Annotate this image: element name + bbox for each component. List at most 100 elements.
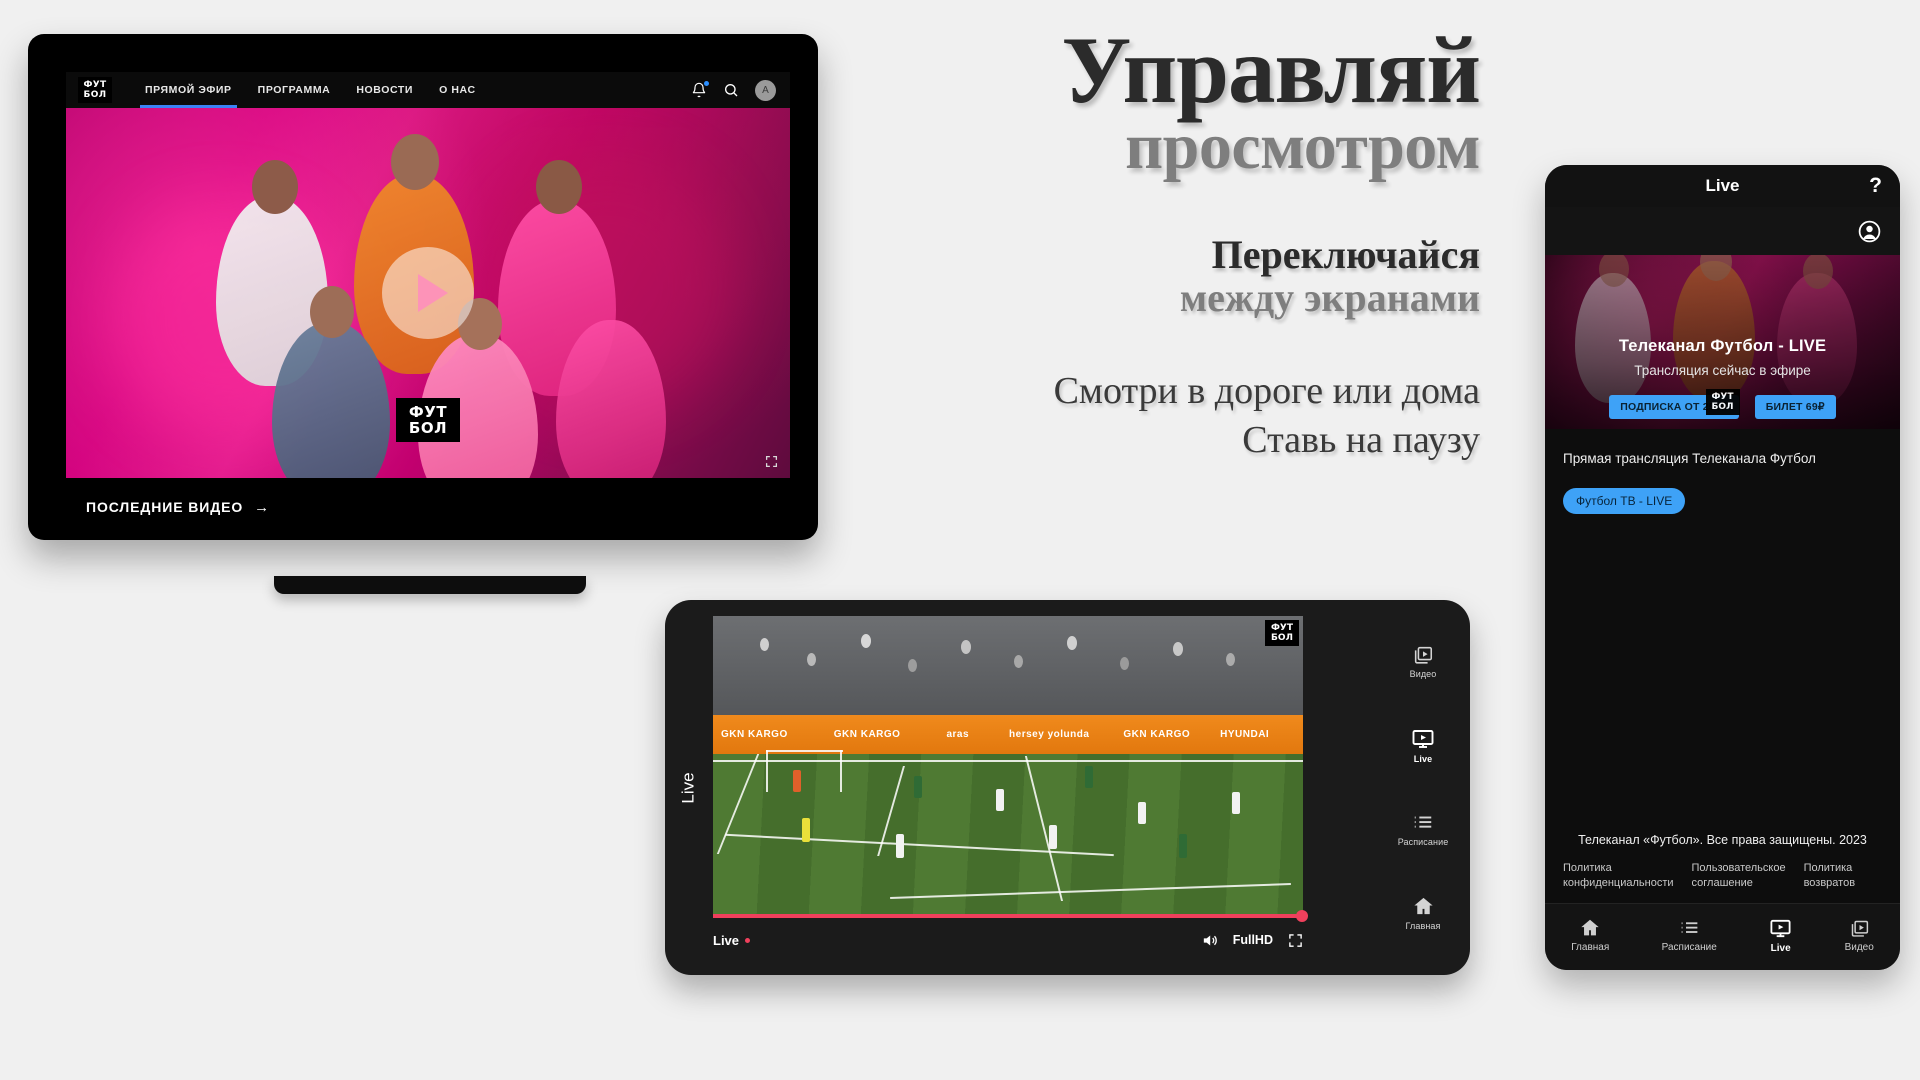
video-stack-icon xyxy=(1412,644,1434,666)
board-text: GKN KARGO xyxy=(1123,728,1191,740)
main-nav: ПРЯМОЙ ЭФИР ПРОГРАММА НОВОСТИ О НАС xyxy=(132,72,489,108)
fullscreen-icon[interactable] xyxy=(1288,933,1303,948)
list-icon xyxy=(1679,918,1700,939)
player-head xyxy=(536,160,582,214)
tablet-corner-logo: ФУТ БОЛ xyxy=(1265,620,1299,646)
arrow-right-icon[interactable]: → xyxy=(254,499,269,516)
phone-watermark-line1: ФУТ xyxy=(1711,392,1734,402)
hero-banner[interactable]: ФУТ БОЛ xyxy=(66,108,790,478)
headline-line-4: между экранами xyxy=(1179,274,1480,320)
fullscreen-icon[interactable] xyxy=(765,455,778,468)
latest-videos-bar: ПОСЛЕДНИЕ ВИДЕО → xyxy=(66,478,790,536)
board-text: aras xyxy=(946,728,970,740)
player-marker xyxy=(996,789,1005,812)
live-tv-icon xyxy=(1411,727,1435,751)
help-icon[interactable]: ? xyxy=(1869,174,1882,198)
bell-badge-dot xyxy=(704,81,709,86)
tablet-device: Live GKN KARGO GKN KARGO aras hersey yol… xyxy=(665,600,1470,975)
footer-link-refunds[interactable]: Политика возвратов xyxy=(1804,861,1882,891)
tablet-right-controls: FullHD xyxy=(1201,932,1303,949)
tablet-video-player[interactable]: GKN KARGO GKN KARGO aras hersey yolunda … xyxy=(713,616,1303,915)
phone-footer: Телеканал «Футбол». Все права защищены. … xyxy=(1545,833,1900,903)
live-tv-icon xyxy=(1769,917,1792,940)
tablet-corner-logo-line1: ФУТ xyxy=(1270,623,1293,633)
volume-icon[interactable] xyxy=(1201,932,1218,949)
board-text: GKN KARGO xyxy=(833,728,901,740)
phone-hero-subtitle: Трансляция сейчас в эфире xyxy=(1634,363,1811,378)
rail-item-live[interactable]: Live xyxy=(1411,727,1435,764)
rail-item-video[interactable]: Видео xyxy=(1410,644,1437,679)
bell-icon[interactable] xyxy=(691,81,709,98)
rail-label-live: Live xyxy=(1413,754,1433,764)
footer-link-terms[interactable]: Пользовательское соглашение xyxy=(1692,861,1786,891)
futbol-logo-line2: БОЛ xyxy=(83,90,107,100)
player-marker xyxy=(895,834,904,859)
nav-item-news[interactable]: НОВОСТИ xyxy=(343,72,426,108)
headline-line-6: Ставь на паузу xyxy=(1242,418,1480,461)
avatar[interactable]: A xyxy=(755,79,776,101)
board-text: hersey yolunda xyxy=(1009,728,1090,740)
phone-watermark-line2: БОЛ xyxy=(1711,402,1734,412)
account-circle-icon[interactable] xyxy=(1857,219,1882,244)
site-topbar: ФУТ БОЛ ПРЯМОЙ ЭФИР ПРОГРАММА НОВОСТИ О … xyxy=(66,72,790,108)
topbar-actions: A xyxy=(691,72,776,108)
phone-nav-video[interactable]: Видео xyxy=(1845,918,1874,953)
phone-nav-label-video: Видео xyxy=(1844,941,1874,953)
rail-item-home[interactable]: Главная xyxy=(1406,895,1441,931)
phone-hero-card[interactable]: Телеканал Футбол - LIVE Трансляция сейча… xyxy=(1545,255,1900,429)
phone-nav-label-schedule: Расписание xyxy=(1661,941,1717,953)
home-icon xyxy=(1579,917,1601,939)
phone-nav-home[interactable]: Главная xyxy=(1571,917,1609,953)
player-marker xyxy=(1232,792,1241,815)
rail-item-schedule[interactable]: Расписание xyxy=(1398,812,1449,847)
player-marker xyxy=(1084,766,1093,789)
video-progress-bar[interactable] xyxy=(713,910,1308,922)
phone-content: Прямая трансляция Телеканала Футбол Футб… xyxy=(1545,429,1900,833)
board-text: HYUNDAI xyxy=(1220,728,1270,740)
pitch-grass xyxy=(713,750,1303,915)
phone-body: Live ? Телеканал Футбол - LIVE Трансляци… xyxy=(1545,165,1900,970)
quality-label[interactable]: FullHD xyxy=(1233,933,1273,947)
stadium-scene: GKN KARGO GKN KARGO aras hersey yolunda … xyxy=(713,616,1303,915)
phone-device: Live ? Телеканал Футбол - LIVE Трансляци… xyxy=(1545,165,1900,970)
phone-header: Live ? xyxy=(1545,165,1900,207)
nav-item-live[interactable]: ПРЯМОЙ ЭФИР xyxy=(132,72,245,108)
page-root: ФУТ БОЛ ПРЯМОЙ ЭФИР ПРОГРАММА НОВОСТИ О … xyxy=(0,0,1920,1080)
tablet-side-rail: Видео Live Расписание Главная xyxy=(1382,614,1464,961)
channel-chip[interactable]: Футбол ТВ - LIVE xyxy=(1563,488,1686,514)
video-stack-icon xyxy=(1849,918,1870,939)
futbol-logo[interactable]: ФУТ БОЛ xyxy=(78,77,112,103)
headline-line-3: Переключайся xyxy=(1211,232,1480,278)
rail-label-video: Видео xyxy=(1409,669,1437,679)
player-head xyxy=(310,286,354,338)
nav-item-about[interactable]: О НАС xyxy=(426,72,489,108)
search-icon[interactable] xyxy=(723,82,739,98)
player-marker xyxy=(801,818,810,843)
advertising-board: GKN KARGO GKN KARGO aras hersey yolunda … xyxy=(713,714,1303,754)
player-marker xyxy=(1137,801,1146,824)
live-indicator: Live xyxy=(713,932,751,948)
player-marker xyxy=(1179,834,1188,859)
play-icon xyxy=(418,274,448,312)
copyright-text: Телеканал «Футбол». Все права защищены. … xyxy=(1578,833,1867,847)
phone-nav-live[interactable]: Live xyxy=(1769,917,1792,954)
laptop-body: ФУТ БОЛ ПРЯМОЙ ЭФИР ПРОГРАММА НОВОСТИ О … xyxy=(28,34,818,540)
footer-link-privacy[interactable]: Политика конфиденциальности xyxy=(1563,861,1674,891)
live-indicator-label: Live xyxy=(713,932,740,948)
tablet-corner-logo-line2: БОЛ xyxy=(1271,633,1293,643)
headline-line-2: просмотром xyxy=(1125,110,1480,184)
player-marker xyxy=(793,769,802,792)
headline-line-1: Управляй xyxy=(1061,17,1481,123)
board-text: GKN KARGO xyxy=(721,728,788,740)
phone-nav-schedule[interactable]: Расписание xyxy=(1662,918,1717,953)
latest-videos-link[interactable]: ПОСЛЕДНИЕ ВИДЕО xyxy=(86,499,243,515)
laptop-stand xyxy=(274,576,586,594)
phone-hero-watermark: ФУТ БОЛ xyxy=(1705,389,1740,415)
player-marker xyxy=(1049,824,1058,849)
nav-item-program[interactable]: ПРОГРАММА xyxy=(245,72,344,108)
player-head xyxy=(391,134,439,190)
phone-title: Live xyxy=(1705,176,1740,195)
play-button[interactable] xyxy=(382,247,474,339)
ticket-button[interactable]: БИЛЕТ 69₽ xyxy=(1754,395,1836,419)
phone-subheader xyxy=(1545,207,1900,255)
